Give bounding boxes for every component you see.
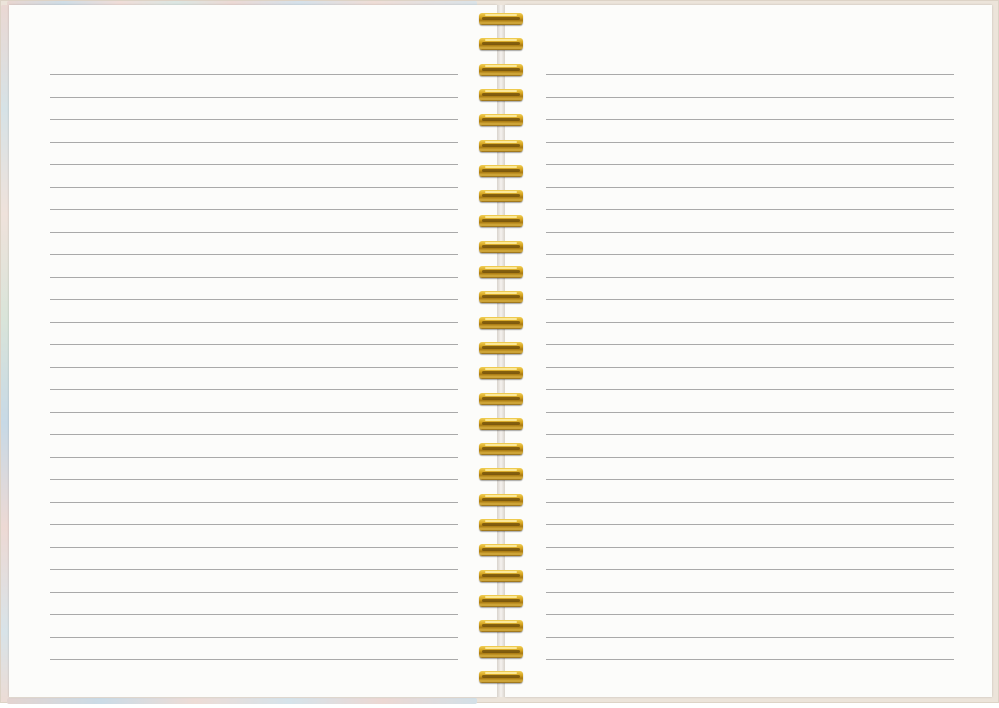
spiral-ring <box>479 645 523 658</box>
spiral-ring <box>479 670 523 683</box>
ruled-line <box>50 209 458 210</box>
ruled-line <box>50 636 458 638</box>
ruled-line <box>546 411 954 413</box>
ruled-line <box>50 299 458 300</box>
ruled-line <box>50 74 458 75</box>
spiral-ring <box>479 569 523 582</box>
ruled-line <box>50 659 458 660</box>
ruled-line <box>546 96 954 98</box>
spiral-ring <box>479 367 523 380</box>
ruled-line <box>546 636 954 638</box>
ruled-line <box>50 456 458 458</box>
spiral-binding <box>474 0 526 703</box>
ruled-line <box>546 186 954 188</box>
ruled-line <box>546 209 954 210</box>
ruled-line <box>546 591 954 593</box>
ruled-line <box>50 389 458 390</box>
ruled-line <box>546 74 954 75</box>
spiral-ring <box>479 620 523 633</box>
right-page <box>505 5 992 697</box>
ruled-line <box>50 501 458 503</box>
ruled-line <box>546 434 954 435</box>
ruled-line <box>546 479 954 480</box>
ruled-line <box>546 119 954 120</box>
spiral-ring <box>479 63 523 76</box>
spiral-ring <box>479 291 523 304</box>
ruled-line <box>50 411 458 413</box>
ruled-line <box>50 591 458 593</box>
spiral-ring <box>479 139 523 152</box>
notebook-spread <box>0 0 999 708</box>
spiral-ring <box>479 594 523 607</box>
ruled-line <box>546 456 954 458</box>
ruled-line <box>50 434 458 435</box>
ruled-line <box>546 366 954 368</box>
ruled-line <box>50 141 458 143</box>
ruled-line <box>546 501 954 503</box>
spiral-ring <box>479 468 523 481</box>
spiral-ring <box>479 341 523 354</box>
ruled-line <box>50 254 458 255</box>
ruled-line <box>50 96 458 98</box>
ruled-line <box>546 659 954 660</box>
ruled-line <box>50 479 458 480</box>
ruled-line <box>546 524 954 525</box>
spiral-ring <box>479 493 523 506</box>
spiral-ring <box>479 316 523 329</box>
right-page-ruled-lines <box>546 69 954 665</box>
ruled-line <box>50 321 458 323</box>
ruled-line <box>546 254 954 255</box>
ruled-line <box>50 276 458 278</box>
ruled-line <box>546 141 954 143</box>
ruled-line <box>50 186 458 188</box>
spiral-ring <box>479 190 523 203</box>
spiral-ring <box>479 215 523 228</box>
spiral-ring <box>479 38 523 51</box>
ruled-line <box>50 119 458 120</box>
floral-cover-edge-bottom <box>7 698 477 704</box>
ruled-line <box>546 231 954 233</box>
spiral-ring <box>479 443 523 456</box>
ruled-line <box>546 299 954 300</box>
ruled-line <box>546 344 954 345</box>
ruled-line <box>546 321 954 323</box>
spiral-ring <box>479 88 523 101</box>
spiral-ring <box>479 240 523 253</box>
ruled-line <box>546 389 954 390</box>
ruled-line <box>546 276 954 278</box>
left-page-ruled-lines <box>50 69 458 665</box>
spiral-ring <box>479 392 523 405</box>
spiral-ring <box>479 114 523 127</box>
spiral-ring <box>479 266 523 278</box>
ruled-line <box>546 546 954 548</box>
ruled-line <box>50 614 458 615</box>
ruled-line <box>546 164 954 165</box>
spiral-ring <box>479 417 523 430</box>
ruled-line <box>50 546 458 548</box>
ruled-line <box>50 164 458 165</box>
ruled-line <box>50 344 458 345</box>
spiral-ring <box>479 519 523 531</box>
spiral-ring <box>479 544 523 557</box>
ruled-line <box>50 524 458 525</box>
ruled-line <box>50 569 458 570</box>
ruled-line <box>50 231 458 233</box>
left-page <box>9 5 497 697</box>
spiral-ring <box>479 13 523 25</box>
ruled-line <box>50 366 458 368</box>
spiral-ring <box>479 164 523 177</box>
ruled-line <box>546 569 954 570</box>
ruled-line <box>546 614 954 615</box>
